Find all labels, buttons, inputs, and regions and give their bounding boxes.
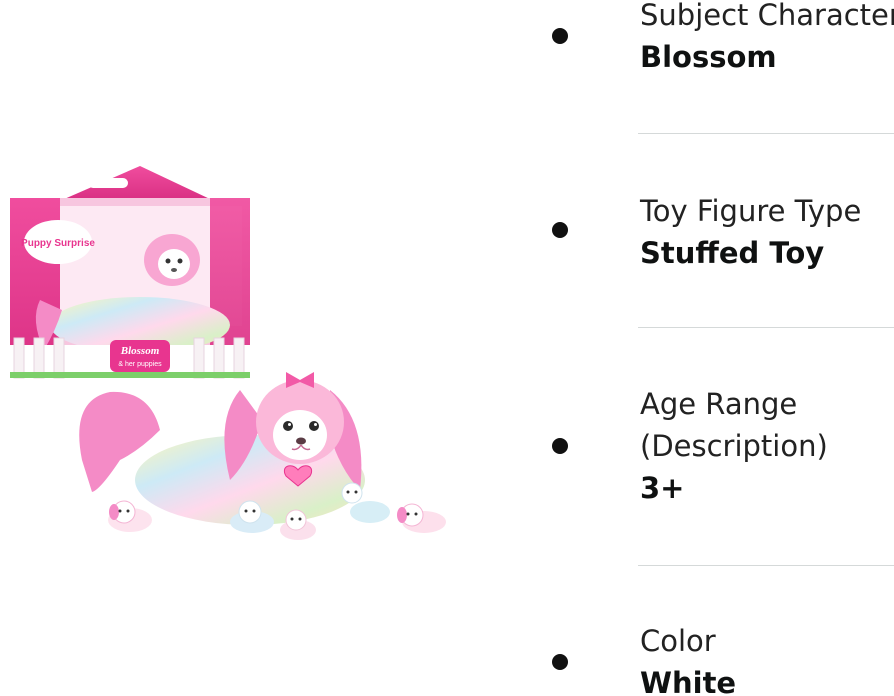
box-name-text: Blossom [120, 345, 160, 357]
product-image[interactable]: Puppy Surprise Blossom & her puppies [0, 160, 470, 550]
bullet-icon [552, 28, 568, 44]
attribute-label-line-1: Age Range [640, 387, 798, 421]
attribute-value: 3+ [640, 471, 685, 505]
attribute-value: Blossom [640, 40, 777, 74]
divider [638, 327, 894, 328]
box-sub-text: & her puppies [118, 361, 162, 368]
product-attributes-list: Subject Character Blossom Toy Figure Typ… [540, 0, 894, 696]
bullet-icon [552, 654, 568, 670]
puppy-4 [341, 482, 390, 523]
bullet-icon [552, 222, 568, 238]
puppy-5 [397, 503, 446, 533]
divider [638, 565, 894, 566]
puppy-1 [108, 500, 152, 532]
plush-toy-illustration: Puppy Surprise Blossom & her puppies [10, 166, 446, 540]
attribute-label: Subject Character [640, 0, 894, 32]
product-details-page: Puppy Surprise Blossom & her puppies Sub… [0, 0, 894, 696]
box-brand-text: Puppy Surprise [21, 238, 95, 249]
divider [638, 133, 894, 134]
toy-box: Puppy Surprise Blossom & her puppies [10, 166, 250, 379]
attribute-label: Color [640, 624, 716, 658]
bullet-icon [552, 438, 568, 454]
attribute-value: White [640, 666, 737, 696]
attribute-value: Stuffed Toy [640, 236, 825, 270]
attribute-label: Toy Figure Type [640, 194, 862, 228]
attribute-label-line-2: (Description) [640, 429, 828, 463]
